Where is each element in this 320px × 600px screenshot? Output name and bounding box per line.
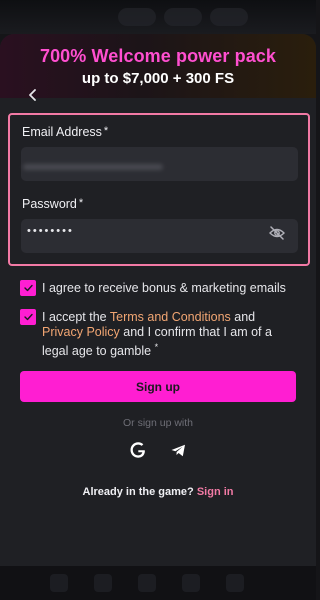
signin-prompt: Already in the game? — [82, 486, 194, 498]
terms-consent-label: I accept the Terms and Conditions and Pr… — [42, 310, 272, 359]
background-bottom-nav — [0, 566, 316, 600]
email-label: Email Address * — [22, 125, 109, 139]
terms-link[interactable]: Terms and Conditions — [110, 310, 231, 324]
google-icon — [130, 442, 145, 458]
checkmark-icon — [23, 313, 33, 321]
terms-consent-row: I accept the Terms and Conditions and Pr… — [20, 309, 292, 359]
back-button[interactable] — [22, 84, 44, 106]
signin-row: Already in the game? Sign in — [0, 486, 316, 498]
marketing-consent-row: I agree to receive bonus & marketing ema… — [20, 280, 286, 296]
terms-consent-checkbox[interactable] — [20, 309, 36, 325]
background-overlay-top — [0, 0, 316, 34]
google-signup-button[interactable] — [128, 440, 148, 460]
chevron-left-icon — [29, 89, 36, 101]
marketing-consent-checkbox[interactable] — [20, 280, 36, 296]
eye-off-icon — [269, 226, 285, 240]
promo-banner: 700% Welcome power pack up to $7,000 + 3… — [0, 34, 316, 98]
password-label: Password * — [22, 197, 84, 211]
promo-subtitle: up to $7,000 + 300 FS — [81, 70, 235, 87]
checkmark-icon — [23, 284, 33, 292]
marketing-consent-label: I agree to receive bonus & marketing ema… — [42, 281, 286, 295]
telegram-icon — [171, 444, 185, 456]
password-value: •••••••• — [27, 225, 74, 237]
telegram-signup-button[interactable] — [168, 440, 188, 460]
toggle-password-button[interactable] — [269, 226, 285, 240]
signin-link[interactable]: Sign in — [197, 486, 234, 498]
or-sign-up-with-text: Or sign up with — [122, 417, 194, 429]
email-value-blurred — [23, 164, 163, 170]
credentials-form: Email Address * Password * — [8, 113, 310, 266]
privacy-link[interactable]: Privacy Policy — [42, 325, 120, 339]
promo-title: 700% Welcome power pack — [39, 46, 277, 66]
signup-button[interactable]: Sign up — [20, 371, 296, 402]
